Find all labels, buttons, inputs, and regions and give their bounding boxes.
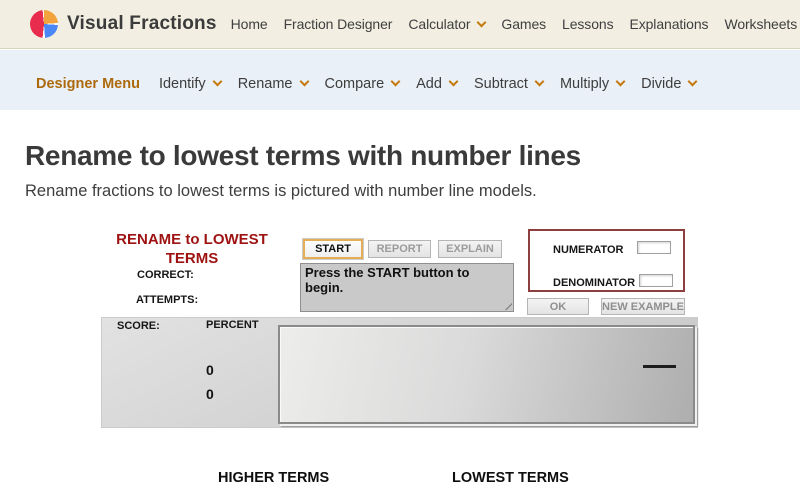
nav-item-fraction-designer[interactable]: Fraction Designer bbox=[284, 16, 393, 32]
fraction-bar bbox=[643, 365, 676, 368]
chevron-down-icon bbox=[299, 77, 309, 87]
message-textarea[interactable]: Press the START button to begin. bbox=[300, 263, 514, 312]
new-example-button[interactable]: NEW EXAMPLE bbox=[601, 298, 685, 315]
start-button[interactable]: START bbox=[303, 239, 363, 259]
chevron-down-icon bbox=[391, 77, 401, 87]
page-subtitle: Rename fractions to lowest terms is pict… bbox=[25, 182, 537, 201]
applet-heading-line1: RENAME to LOWEST bbox=[106, 230, 278, 249]
chevron-down-icon bbox=[688, 77, 698, 87]
score-panel: SCORE: PERCENT 0 0 bbox=[101, 317, 698, 428]
subnav-item-divide[interactable]: Divide bbox=[641, 76, 696, 92]
nav-item-home[interactable]: Home bbox=[231, 16, 268, 32]
chevron-down-icon bbox=[616, 77, 626, 87]
numerator-label: NUMERATOR bbox=[553, 244, 623, 256]
attempts-label: ATTEMPTS: bbox=[136, 294, 198, 306]
lowest-terms-label: LOWEST TERMS bbox=[452, 470, 569, 486]
designer-sub-nav-bar: Designer Menu Identify Rename Compare Ad… bbox=[0, 50, 800, 110]
designer-menu-link[interactable]: Designer Menu bbox=[36, 76, 140, 92]
nav-item-calculator[interactable]: Calculator bbox=[408, 16, 485, 32]
percent-value: 0 bbox=[206, 386, 214, 402]
report-button[interactable]: REPORT bbox=[368, 240, 431, 258]
applet-heading: RENAME to LOWEST TERMS bbox=[106, 230, 278, 268]
correct-label: CORRECT: bbox=[137, 269, 194, 281]
subnav-item-identify[interactable]: Identify bbox=[159, 76, 221, 92]
percent-label: PERCENT bbox=[206, 319, 259, 331]
nav-item-games[interactable]: Games bbox=[501, 16, 546, 32]
chevron-down-icon bbox=[212, 77, 222, 87]
nav-item-lessons[interactable]: Lessons bbox=[562, 16, 613, 32]
ok-button[interactable]: OK bbox=[527, 298, 589, 315]
numberline-display bbox=[278, 325, 695, 424]
fraction-entry-box: NUMERATOR DENOMINATOR bbox=[528, 229, 685, 292]
score-label: SCORE: bbox=[117, 320, 160, 332]
higher-terms-label: HIGHER TERMS bbox=[218, 470, 329, 486]
brand-logo[interactable]: Visual Fractions bbox=[30, 10, 217, 38]
subnav-item-rename[interactable]: Rename bbox=[238, 76, 308, 92]
pie-chart-logo-icon bbox=[30, 10, 58, 38]
applet-heading-line2: TERMS bbox=[106, 249, 278, 268]
subnav-item-multiply[interactable]: Multiply bbox=[560, 76, 624, 92]
explain-button[interactable]: EXPLAIN bbox=[438, 240, 502, 258]
page: Visual Fractions Home Fraction Designer … bbox=[0, 0, 800, 495]
nav-item-explanations[interactable]: Explanations bbox=[629, 16, 708, 32]
score-value: 0 bbox=[206, 362, 214, 378]
denominator-label: DENOMINATOR bbox=[553, 277, 635, 289]
numerator-input[interactable] bbox=[637, 241, 671, 254]
chevron-down-icon bbox=[477, 17, 487, 27]
sub-nav-items: Identify Rename Compare Add Subtract Mul… bbox=[159, 76, 696, 92]
chevron-down-icon bbox=[535, 77, 545, 87]
subnav-item-subtract[interactable]: Subtract bbox=[474, 76, 543, 92]
brand-name: Visual Fractions bbox=[67, 13, 217, 35]
subnav-item-add[interactable]: Add bbox=[416, 76, 457, 92]
chevron-down-icon bbox=[449, 77, 459, 87]
page-title: Rename to lowest terms with number lines bbox=[25, 140, 581, 172]
message-area: Press the START button to begin. bbox=[300, 263, 514, 312]
subnav-item-compare[interactable]: Compare bbox=[325, 76, 400, 92]
top-nav-bar: Visual Fractions Home Fraction Designer … bbox=[0, 0, 800, 49]
top-nav-items: Home Fraction Designer Calculator Games … bbox=[231, 16, 800, 32]
nav-item-worksheets[interactable]: Worksheets bbox=[724, 16, 797, 32]
denominator-input[interactable] bbox=[639, 274, 673, 287]
